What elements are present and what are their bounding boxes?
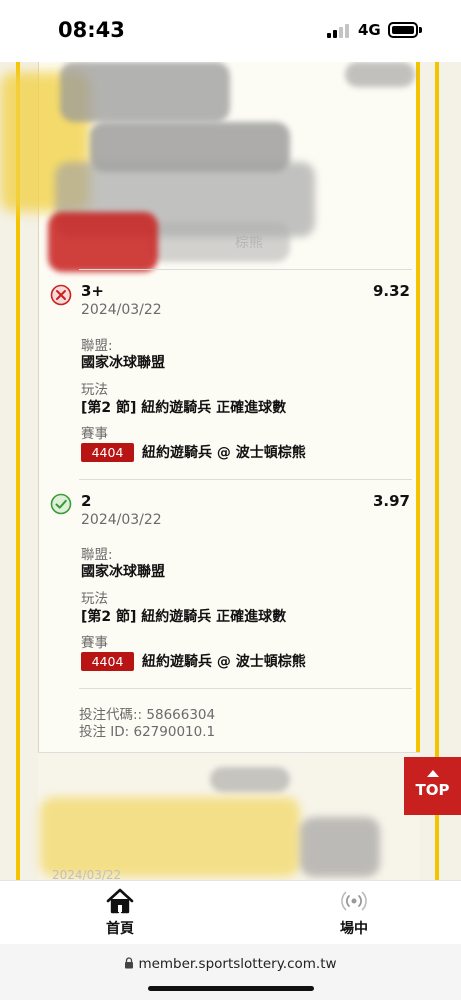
url-row[interactable]: member.sportslottery.com.tw <box>0 956 461 972</box>
event-label: 賽事 <box>81 426 108 442</box>
league-label: 聯盟: <box>81 338 113 354</box>
battery-icon <box>388 22 418 38</box>
redaction-scribble <box>40 797 300 877</box>
bet-date: 2024/03/22 <box>81 512 162 528</box>
redaction-scribble <box>300 817 380 877</box>
market-label: 玩法 <box>81 382 108 398</box>
market-value: [第2 節] 紐約遊騎兵 正確進球數 <box>81 400 287 416</box>
redaction-scribble <box>48 212 158 272</box>
section-divider <box>79 269 412 270</box>
check-circle-icon <box>50 493 72 515</box>
event-row: 4404 紐約遊騎兵 @ 波士頓棕熊 <box>81 651 306 671</box>
bet-selection: 3+ <box>81 282 105 300</box>
section-divider <box>79 688 412 689</box>
bottom-tab-bar: 首頁 場中 <box>0 880 461 944</box>
redaction-scribble <box>150 222 290 262</box>
tab-live[interactable]: 場中 <box>294 887 414 938</box>
event-code-badge: 4404 <box>81 651 134 671</box>
bet-id: 投注 ID: 62790010.1 <box>79 724 216 740</box>
cross-circle-icon <box>50 284 72 306</box>
tab-home[interactable]: 首頁 <box>60 887 180 938</box>
bet-history-page: 棕熊 3+ 9.32 2024/03/22 聯盟: 國家冰球聯盟 玩法 [第2 … <box>0 62 461 880</box>
status-time: 08:43 <box>58 18 125 42</box>
league-value: 國家冰球聯盟 <box>81 564 165 580</box>
league-value: 國家冰球聯盟 <box>81 355 165 371</box>
event-name: 紐約遊騎兵 @ 波士頓棕熊 <box>142 654 306 670</box>
browser-url-bar[interactable]: member.sportslottery.com.tw <box>0 944 461 1000</box>
signal-icon <box>327 24 349 38</box>
redaction-scribble <box>345 62 415 87</box>
top-button-label: TOP <box>415 781 450 799</box>
network-label: 4G <box>358 21 381 39</box>
redaction-scribble <box>60 62 230 122</box>
broadcast-icon <box>341 891 367 911</box>
market-label: 玩法 <box>81 591 108 607</box>
event-code-badge: 4404 <box>81 442 134 462</box>
lock-icon <box>125 957 134 969</box>
event-label: 賽事 <box>81 635 108 651</box>
faint-header-text: 棕熊 <box>235 235 263 251</box>
market-value: [第2 節] 紐約遊騎兵 正確進球數 <box>81 609 287 625</box>
tab-home-label: 首頁 <box>106 921 134 937</box>
bet-selection: 2 <box>81 492 92 510</box>
section-divider <box>79 479 412 480</box>
bet-odds: 3.97 <box>372 492 410 510</box>
league-label: 聯盟: <box>81 547 113 563</box>
status-bar: 08:43 4G <box>0 0 461 62</box>
faint-date-text: 2024/03/22 <box>52 868 122 880</box>
event-row: 4404 紐約遊騎兵 @ 波士頓棕熊 <box>81 442 306 462</box>
battery-tip <box>419 27 422 33</box>
event-name: 紐約遊騎兵 @ 波士頓棕熊 <box>142 445 306 461</box>
bet-date: 2024/03/22 <box>81 302 162 318</box>
redaction-scribble <box>210 767 290 792</box>
bet-odds: 9.32 <box>372 282 410 300</box>
tab-live-label: 場中 <box>340 921 368 937</box>
home-indicator[interactable] <box>148 986 314 991</box>
home-icon <box>106 888 134 914</box>
scroll-to-top-button[interactable]: TOP <box>404 757 461 815</box>
url-text: member.sportslottery.com.tw <box>138 956 337 972</box>
arrow-up-icon <box>427 770 439 777</box>
